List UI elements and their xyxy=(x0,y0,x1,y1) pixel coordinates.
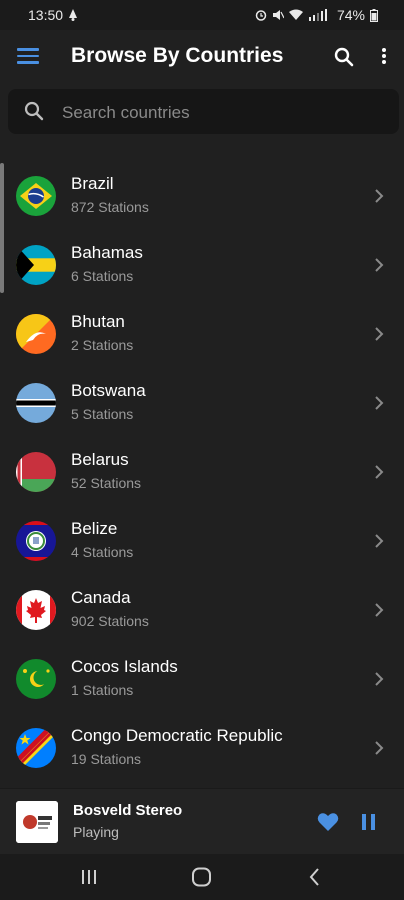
country-row-bhutan[interactable]: Bhutan 2 Stations xyxy=(0,300,404,369)
chevron-right-icon xyxy=(375,534,384,548)
system-nav-bar xyxy=(0,854,404,900)
station-count: 5 Stations xyxy=(71,406,134,422)
brazil-flag-icon xyxy=(16,176,56,216)
canada-flag-icon xyxy=(16,590,56,630)
station-count: 1 Stations xyxy=(71,682,134,698)
battery-percent: 74% xyxy=(336,7,365,23)
search-bar[interactable] xyxy=(8,89,399,136)
country-list[interactable]: Brazil 872 Stations Bahamas 6 Stations B… xyxy=(0,142,404,788)
country-row-bahamas[interactable]: Bahamas 6 Stations xyxy=(0,231,404,300)
notification-icon xyxy=(69,9,78,21)
battery-icon xyxy=(370,8,378,22)
pause-icon[interactable] xyxy=(362,814,376,830)
recents-icon[interactable] xyxy=(77,866,101,888)
status-right: 74% xyxy=(255,7,378,23)
country-name: Brazil xyxy=(71,174,114,193)
chevron-right-icon xyxy=(375,258,384,272)
more-vert-icon[interactable] xyxy=(377,46,391,68)
now-playing-station: Bosveld Stereo xyxy=(73,802,183,819)
country-name: Canada xyxy=(71,588,131,607)
country-name: Belize xyxy=(71,519,118,538)
chevron-right-icon xyxy=(375,603,384,617)
country-name: Bhutan xyxy=(71,312,125,331)
station-count: 19 Stations xyxy=(71,751,142,767)
chevron-right-icon xyxy=(375,396,384,410)
cocos-islands-flag-icon xyxy=(16,659,56,699)
chevron-right-icon xyxy=(375,672,384,686)
chevron-right-icon xyxy=(375,327,384,341)
mini-player[interactable]: Bosveld Stereo Playing xyxy=(0,788,404,855)
wifi-icon xyxy=(288,9,303,20)
station-count: 2 Stations xyxy=(71,337,134,353)
country-row-botswana[interactable]: Botswana 5 Stations xyxy=(0,369,404,438)
country-row-cocos-islands[interactable]: Cocos Islands 1 Stations xyxy=(0,645,404,714)
status-bar: 13:50 74% xyxy=(0,0,404,30)
congo-dr-flag-icon xyxy=(16,728,56,768)
country-name: Congo Democratic Republic xyxy=(71,726,283,745)
heart-icon[interactable] xyxy=(317,812,339,832)
status-time: 13:50 xyxy=(28,7,64,23)
app-bar: Browse By Countries xyxy=(0,30,404,84)
search-icon[interactable] xyxy=(334,47,354,67)
signal-icon xyxy=(308,9,327,21)
mute-icon xyxy=(272,10,284,20)
country-name: Bahamas xyxy=(71,243,143,262)
bahamas-flag-icon xyxy=(16,245,56,285)
chevron-right-icon xyxy=(375,741,384,755)
station-artwork xyxy=(16,801,58,843)
status-left: 13:50 xyxy=(28,7,78,23)
country-row-canada[interactable]: Canada 902 Stations xyxy=(0,576,404,645)
country-row-brazil[interactable]: Brazil 872 Stations xyxy=(0,162,404,231)
alarm-icon xyxy=(255,10,267,21)
search-input[interactable] xyxy=(60,89,384,136)
station-count: 52 Stations xyxy=(71,475,142,491)
home-icon[interactable] xyxy=(190,866,214,888)
country-row-belize[interactable]: Belize 4 Stations xyxy=(0,507,404,576)
back-icon[interactable] xyxy=(303,866,327,888)
station-count: 6 Stations xyxy=(71,268,134,284)
bhutan-flag-icon xyxy=(16,314,56,354)
scrollbar-thumb[interactable] xyxy=(0,163,4,293)
station-count: 872 Stations xyxy=(71,199,149,215)
playback-state: Playing xyxy=(73,824,119,840)
menu-icon[interactable] xyxy=(17,48,39,66)
station-count: 902 Stations xyxy=(71,613,149,629)
station-count: 4 Stations xyxy=(71,544,134,560)
belarus-flag-icon xyxy=(16,452,56,492)
country-name: Botswana xyxy=(71,381,146,400)
country-row-congo-dr[interactable]: Congo Democratic Republic 19 Stations xyxy=(0,714,404,783)
chevron-right-icon xyxy=(375,189,384,203)
country-name: Cocos Islands xyxy=(71,657,178,676)
belize-flag-icon xyxy=(16,521,56,561)
botswana-flag-icon xyxy=(16,383,56,423)
country-row-belarus[interactable]: Belarus 52 Stations xyxy=(0,438,404,507)
page-title: Browse By Countries xyxy=(71,44,284,67)
chevron-right-icon xyxy=(375,465,384,479)
country-name: Belarus xyxy=(71,450,129,469)
search-field-icon xyxy=(24,101,44,121)
